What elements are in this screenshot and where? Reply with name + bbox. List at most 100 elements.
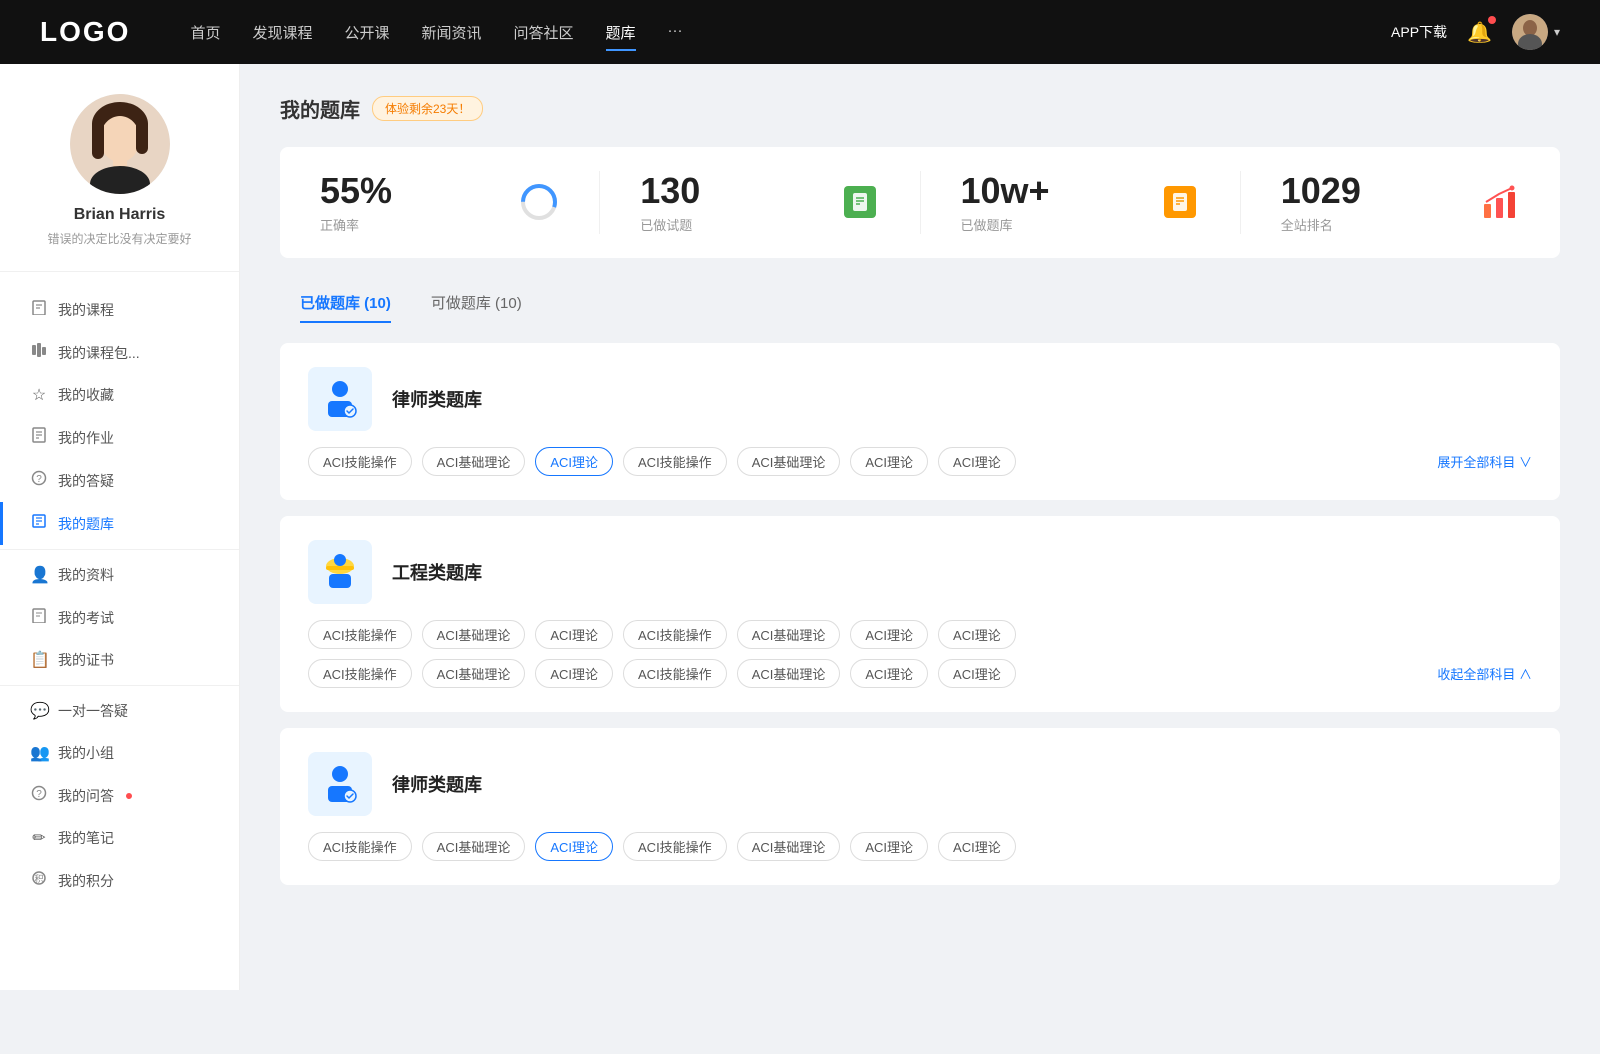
tag-1-5[interactable]: ACI基础理论 xyxy=(737,447,841,476)
tag-1-6[interactable]: ACI理论 xyxy=(850,447,928,476)
sidebar-item-questionbank[interactable]: 我的题库 xyxy=(0,502,239,545)
nav-right: APP下载 🔔 ▾ xyxy=(1391,14,1560,50)
stat-done-questions: 130 已做试题 xyxy=(600,171,920,234)
notification-badge xyxy=(1488,16,1496,24)
tag-3-5[interactable]: ACI基础理论 xyxy=(737,832,841,861)
nav-links: 首页 发现课程 公开课 新闻资讯 问答社区 题库 ··· xyxy=(190,18,1391,47)
top-navigation: LOGO 首页 发现课程 公开课 新闻资讯 问答社区 题库 ··· APP下载 … xyxy=(0,0,1600,64)
stat-rank: 1029 全站排名 xyxy=(1241,171,1560,234)
tag-3-6[interactable]: ACI理论 xyxy=(850,832,928,861)
sidebar-item-group[interactable]: 👥 我的小组 xyxy=(0,732,239,774)
user-avatar xyxy=(1512,14,1548,50)
nav-opencourse[interactable]: 公开课 xyxy=(344,18,389,47)
tag-2-2-3[interactable]: ACI理论 xyxy=(535,659,613,688)
tag-2-2-6[interactable]: ACI理论 xyxy=(850,659,928,688)
myqa-badge xyxy=(126,793,132,799)
tag-3-1[interactable]: ACI技能操作 xyxy=(308,832,412,861)
stat-accuracy: 55% 正确率 xyxy=(280,171,600,234)
logo[interactable]: LOGO xyxy=(40,16,130,48)
tag-3-3[interactable]: ACI理论 xyxy=(535,832,613,861)
tag-1-4[interactable]: ACI技能操作 xyxy=(623,447,727,476)
bank-1-expand[interactable]: 展开全部科目 ∨ xyxy=(1437,452,1532,471)
tag-1-3[interactable]: ACI理论 xyxy=(535,447,613,476)
sidebar-label-points: 我的积分 xyxy=(58,871,114,891)
bank-card-lawyer-2: 律师类题库 ACI技能操作 ACI基础理论 ACI理论 ACI技能操作 ACI基… xyxy=(280,728,1560,885)
notes-icon: ✏ xyxy=(30,828,48,848)
course-icon xyxy=(30,299,48,320)
star-icon: ☆ xyxy=(30,385,48,405)
stat-rank-text: 1029 全站排名 xyxy=(1281,171,1468,234)
sidebar-label-cert: 我的证书 xyxy=(58,650,114,670)
bank-card-1-title: 律师类题库 xyxy=(392,386,482,412)
sidebar-item-exam[interactable]: 我的考试 xyxy=(0,596,239,639)
sidebar-item-points[interactable]: 积 我的积分 xyxy=(0,859,239,902)
myqa-icon: ? xyxy=(30,785,48,806)
doc-green-icon xyxy=(844,186,876,218)
svg-text:积: 积 xyxy=(34,873,43,884)
tag-2-2-2[interactable]: ACI基础理论 xyxy=(422,659,526,688)
nav-home[interactable]: 首页 xyxy=(190,18,220,47)
sidebar-item-course[interactable]: 我的课程 xyxy=(0,288,239,331)
tag-2-2-1[interactable]: ACI技能操作 xyxy=(308,659,412,688)
stat-accuracy-text: 55% 正确率 xyxy=(320,171,507,234)
engineer-icon xyxy=(308,540,372,604)
tag-1-1[interactable]: ACI技能操作 xyxy=(308,447,412,476)
tag-2-1-3[interactable]: ACI理论 xyxy=(535,620,613,649)
bank-card-2-tags-row1: ACI技能操作 ACI基础理论 ACI理论 ACI技能操作 ACI基础理论 AC… xyxy=(308,620,1532,649)
tag-2-2-7[interactable]: ACI理论 xyxy=(938,659,1016,688)
tag-3-7[interactable]: ACI理论 xyxy=(938,832,1016,861)
stat-done-value: 130 xyxy=(640,171,827,211)
nav-discover[interactable]: 发现课程 xyxy=(252,18,312,47)
tag-2-1-2[interactable]: ACI基础理论 xyxy=(422,620,526,649)
sidebar-label-group: 我的小组 xyxy=(58,743,114,763)
dropdown-arrow-icon: ▾ xyxy=(1554,25,1560,39)
tag-2-1-6[interactable]: ACI理论 xyxy=(850,620,928,649)
sidebar-item-1on1[interactable]: 💬 一对一答疑 xyxy=(0,690,239,732)
sidebar-item-homework[interactable]: 我的作业 xyxy=(0,416,239,459)
tab-available-banks[interactable]: 可做题库 (10) xyxy=(411,282,542,323)
tag-2-2-5[interactable]: ACI基础理论 xyxy=(737,659,841,688)
done-banks-icon xyxy=(1160,182,1200,222)
tab-done-banks[interactable]: 已做题库 (10) xyxy=(280,282,411,323)
sidebar-item-favorites[interactable]: ☆ 我的收藏 xyxy=(0,374,239,416)
rank-icon xyxy=(1480,182,1520,222)
sidebar-item-notes[interactable]: ✏ 我的笔记 xyxy=(0,817,239,859)
user-avatar-menu[interactable]: ▾ xyxy=(1512,14,1560,50)
sidebar-label-favorites: 我的收藏 xyxy=(58,385,114,405)
tag-3-4[interactable]: ACI技能操作 xyxy=(623,832,727,861)
accuracy-chart-icon xyxy=(519,182,559,222)
bank-card-1-header: 律师类题库 xyxy=(308,367,1532,431)
bank-card-1-tags: ACI技能操作 ACI基础理论 ACI理论 ACI技能操作 ACI基础理论 AC… xyxy=(308,447,1532,476)
stat-accuracy-value: 55% xyxy=(320,171,507,211)
tag-1-2[interactable]: ACI基础理论 xyxy=(422,447,526,476)
tag-2-1-1[interactable]: ACI技能操作 xyxy=(308,620,412,649)
tag-3-2[interactable]: ACI基础理论 xyxy=(422,832,526,861)
points-icon: 积 xyxy=(30,870,48,891)
stat-banks-label: 已做题库 xyxy=(961,215,1148,234)
tag-2-1-4[interactable]: ACI技能操作 xyxy=(623,620,727,649)
sidebar-item-certificate[interactable]: 📋 我的证书 xyxy=(0,639,239,681)
svg-text:?: ? xyxy=(36,789,42,800)
homework-icon xyxy=(30,427,48,448)
nav-questionbank[interactable]: 题库 xyxy=(606,18,636,47)
sidebar-item-qa-mine[interactable]: ? 我的答疑 xyxy=(0,459,239,502)
app-download-button[interactable]: APP下载 xyxy=(1391,22,1447,42)
sidebar-item-myqa[interactable]: ? 我的问答 xyxy=(0,774,239,817)
nav-news[interactable]: 新闻资讯 xyxy=(422,18,482,47)
stat-done-label: 已做试题 xyxy=(640,215,827,234)
page-title: 我的题库 xyxy=(280,94,360,123)
stat-accuracy-label: 正确率 xyxy=(320,215,507,234)
tag-2-1-5[interactable]: ACI基础理论 xyxy=(737,620,841,649)
notification-bell[interactable]: 🔔 xyxy=(1467,20,1492,45)
page-layout: Brian Harris 错误的决定比没有决定要好 我的课程 我的课程包... … xyxy=(0,64,1600,990)
tag-2-2-4[interactable]: ACI技能操作 xyxy=(623,659,727,688)
lawyer-icon-1 xyxy=(308,367,372,431)
sidebar-label-1on1: 一对一答疑 xyxy=(58,701,128,721)
sidebar-item-profile[interactable]: 👤 我的资料 xyxy=(0,554,239,596)
nav-qa[interactable]: 问答社区 xyxy=(514,18,574,47)
sidebar-item-coursepack[interactable]: 我的课程包... xyxy=(0,331,239,374)
tag-1-7[interactable]: ACI理论 xyxy=(938,447,1016,476)
nav-more[interactable]: ··· xyxy=(668,18,683,47)
bank-2-collapse[interactable]: 收起全部科目 ∧ xyxy=(1437,664,1532,683)
tag-2-1-7[interactable]: ACI理论 xyxy=(938,620,1016,649)
